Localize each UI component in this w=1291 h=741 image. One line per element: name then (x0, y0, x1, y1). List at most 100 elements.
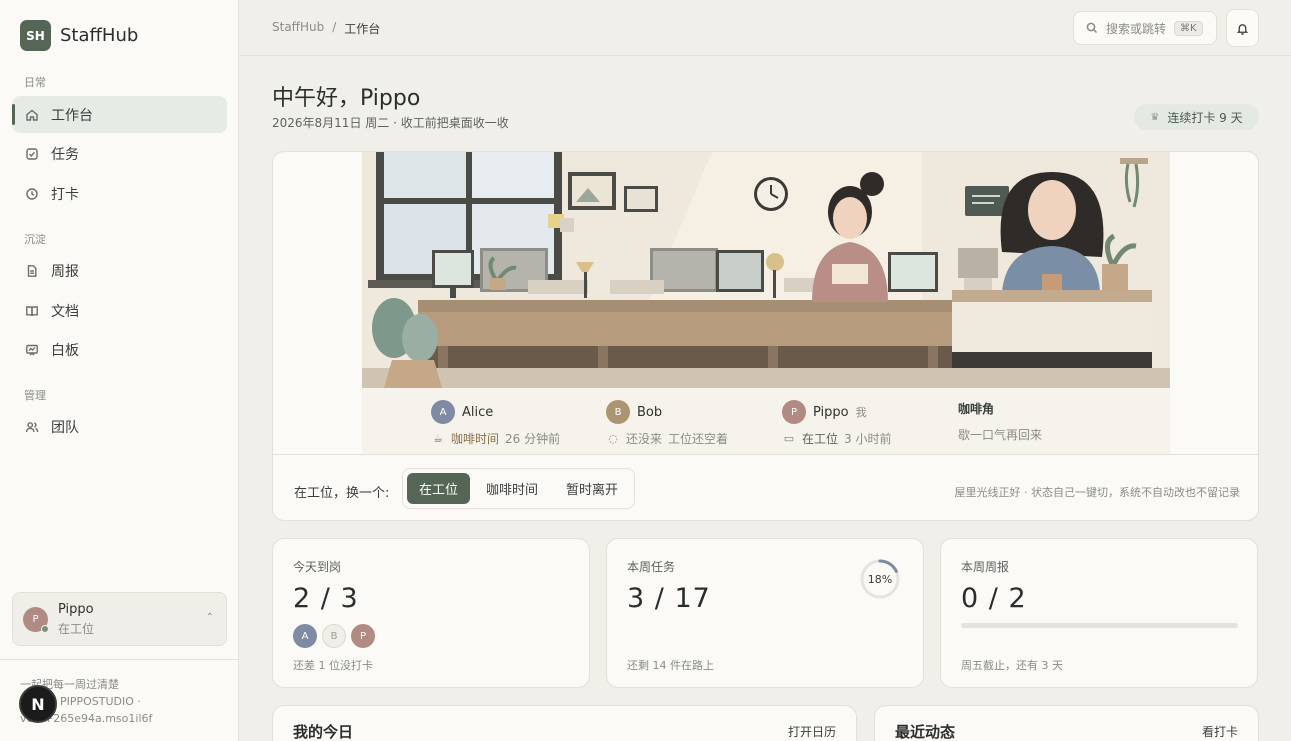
presence-bob[interactable]: B Bob ◌ 还没来 工位还空着 (606, 400, 728, 447)
avatar: B (322, 624, 346, 648)
search-button[interactable]: 搜索或跳转 ⌘K (1073, 11, 1217, 45)
sidebar-item-label: 任务 (51, 146, 79, 163)
person-detail: 3 小时前 (844, 432, 892, 446)
sidebar-item-whiteboard[interactable]: 白板 (12, 331, 227, 368)
bell-icon (1236, 23, 1249, 35)
person-name: Bob (637, 404, 663, 420)
status-option-coffee[interactable]: 咖啡时间 (474, 473, 550, 504)
section-label-daily: 日常 (24, 76, 46, 89)
coffee-corner-title: 咖啡角 (958, 402, 995, 416)
avatar-initial: P (32, 613, 39, 625)
me-tag: 我 (855, 406, 867, 419)
reports-card[interactable]: 本周周报 0 / 2 周五截止，还有 3 天 (940, 538, 1258, 688)
sidebar-item-label: 文档 (51, 303, 79, 320)
stat-title: 本周周报 (961, 560, 1010, 574)
stat-value: 0 / 2 (961, 583, 1027, 614)
users-icon (25, 421, 39, 432)
notifications-button[interactable] (1226, 9, 1259, 47)
stat-value: 3 / 17 (627, 583, 711, 614)
avatar: A (293, 624, 317, 648)
search-shortcut: ⌘K (1174, 20, 1203, 36)
office-card: A Alice ☕ 咖啡时间 26 分钟前 B Bob ◌ 还没来 工位还空着 … (272, 151, 1259, 521)
view-checkin-link[interactable]: 看打卡 (1202, 723, 1238, 740)
presence-pippo[interactable]: P Pippo 我 ▭ 在工位 3 小时前 (782, 400, 891, 447)
page-subtitle: 2026年8月11日 周二 · 收工前把桌面收一收 (272, 116, 509, 130)
search-icon (1086, 22, 1098, 34)
sidebar-item-workbench[interactable]: 工作台 (12, 96, 227, 133)
current-user-card[interactable]: P Pippo 在工位 ⌃ (12, 592, 227, 646)
streak-text: 连续打卡 9 天 (1167, 110, 1243, 125)
status-option-away[interactable]: 暂时离开 (554, 473, 630, 504)
checkbox-icon (26, 147, 38, 160)
card-title: 最近动态 (895, 723, 956, 741)
reports-progress-bar (961, 623, 1238, 628)
badge-letter: N (31, 694, 45, 714)
coffee-icon: ☕ (433, 432, 443, 445)
brand[interactable]: SH StaffHub (20, 20, 138, 51)
attendance-card[interactable]: 今天到岗 2 / 3 A B P 还差 1 位没打卡 (272, 538, 590, 688)
avatar: P (782, 400, 806, 424)
sidebar: SH StaffHub 日常 工作台 任务 打卡 沉淀 周报 文档 白板 管理 … (0, 0, 239, 741)
stat-foot: 还剩 14 件在路上 (627, 659, 714, 672)
person-detail: 26 分钟前 (505, 432, 561, 446)
avatar-initial: B (614, 406, 622, 418)
breadcrumb: StaffHub / 工作台 (272, 20, 380, 37)
user-status: 在工位 (58, 621, 95, 636)
sidebar-item-weekly[interactable]: 周报 (12, 252, 227, 289)
tasks-card[interactable]: 本周任务 3 / 17 18% 还剩 14 件在路上 (606, 538, 924, 688)
search-placeholder: 搜索或跳转 (1106, 21, 1167, 36)
sidebar-item-docs[interactable]: 文档 (12, 292, 227, 329)
my-today-card: 我的今日 打开日历 (272, 705, 857, 741)
status-switcher: 在工位，换一个: 在工位 咖啡时间 暂时离开 屋里光线正好 · 状态自己一键切，… (273, 454, 1258, 520)
nextjs-dev-badge[interactable]: N (19, 685, 57, 723)
switcher-label: 在工位，换一个: (294, 486, 390, 501)
tasks-percent: 18% (867, 572, 893, 586)
sidebar-item-label: 白板 (51, 342, 79, 359)
breadcrumb-separator: / (332, 20, 337, 34)
streak-badge: ♛ 连续打卡 9 天 (1134, 104, 1259, 130)
status-option-at-desk[interactable]: 在工位 (407, 473, 471, 504)
presence-alice[interactable]: A Alice ☕ 咖啡时间 26 分钟前 (431, 400, 560, 447)
stat-value: 2 / 3 (293, 583, 359, 614)
whiteboard-icon (26, 344, 38, 356)
dashed-circle-icon: ◌ (608, 432, 618, 445)
chevron-up-icon: ⌃ (205, 612, 214, 623)
avatar: P (23, 606, 49, 633)
person-name: Pippo (813, 404, 849, 420)
user-name: Pippo (58, 601, 94, 617)
brand-logo: SH (20, 20, 51, 51)
person-name: Alice (462, 404, 494, 420)
avatar: P (351, 624, 375, 648)
avatar-initial: B (330, 630, 338, 642)
coffee-corner-sub: 歇一口气再回来 (958, 428, 1043, 442)
sidebar-item-tasks[interactable]: 任务 (12, 135, 227, 172)
book-icon (26, 305, 38, 316)
avatar-initial: A (301, 630, 309, 642)
avatar-initial: P (790, 406, 798, 418)
sidebar-item-team[interactable]: 团队 (12, 408, 227, 445)
attendance-avatars: A B P (293, 624, 375, 648)
coffee-corner: 咖啡角 歇一口气再回来 (958, 400, 1042, 443)
section-label-archive: 沉淀 (24, 233, 46, 246)
monitor-icon: ▭ (783, 432, 795, 445)
page-title: 中午好，Pippo (272, 86, 421, 111)
section-label-admin: 管理 (24, 389, 46, 402)
breadcrumb-current: 工作台 (344, 22, 381, 36)
switcher-note: 屋里光线正好 · 状态自己一键切，系统不自动改也不留记录 (954, 486, 1241, 499)
office-illustration (362, 152, 1170, 388)
breadcrumb-root[interactable]: StaffHub (272, 20, 324, 37)
open-calendar-link[interactable]: 打开日历 (788, 723, 836, 740)
person-status: 咖啡时间 (451, 432, 500, 446)
trophy-icon: ♛ (1150, 111, 1160, 123)
sidebar-item-checkin[interactable]: 打卡 (12, 175, 227, 212)
avatar-initial: P (359, 630, 367, 642)
clock-icon (26, 187, 38, 200)
recent-activity-card: 最近动态 看打卡 (874, 705, 1259, 741)
stat-foot: 还差 1 位没打卡 (293, 659, 373, 672)
topbar: StaffHub / 工作台 搜索或跳转 ⌘K (240, 0, 1291, 56)
sidebar-item-label: 工作台 (51, 107, 93, 124)
presence-strip: A Alice ☕ 咖啡时间 26 分钟前 B Bob ◌ 还没来 工位还空着 … (362, 388, 1170, 454)
sidebar-item-label: 周报 (51, 263, 79, 280)
avatar: A (431, 400, 455, 424)
online-status-dot (41, 624, 49, 633)
